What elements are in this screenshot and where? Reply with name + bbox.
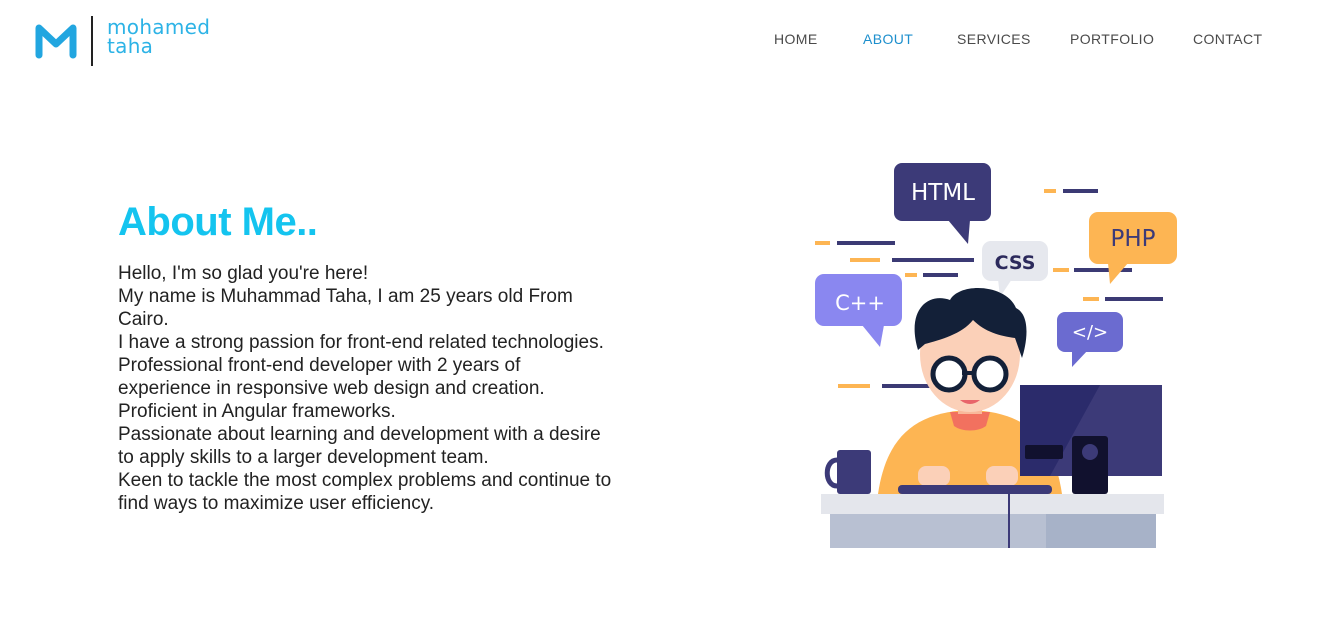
- mug: [824, 450, 871, 494]
- code-bubble: </>: [1057, 312, 1123, 367]
- logo-text: mohamed taha: [107, 17, 210, 58]
- bio-line: Hello, I'm so glad you're here!: [118, 263, 369, 284]
- logo[interactable]: mohamed taha: [34, 14, 224, 68]
- nav-about[interactable]: ABOUT: [863, 31, 913, 47]
- logo-name-line2: taha: [107, 34, 154, 58]
- cpp-bubble-text: C++: [835, 291, 885, 315]
- bio-line: Keen to tackle the most complex problems…: [118, 470, 612, 514]
- nav-home[interactable]: HOME: [774, 31, 818, 47]
- bio-line: My name is Muhammad Taha, I am 25 years …: [118, 286, 573, 330]
- css-bubble-text: CSS: [995, 252, 1036, 274]
- bio-line: I have a strong passion for front-end re…: [118, 332, 604, 353]
- about-heading: About Me..: [118, 200, 318, 244]
- logo-m-icon: [35, 24, 77, 59]
- php-bubble-text: PHP: [1110, 226, 1155, 252]
- code-bubble-text: </>: [1072, 322, 1108, 343]
- nav-services[interactable]: SERVICES: [957, 31, 1031, 47]
- developer-illustration: HTML CSS PHP C++ </>: [815, 163, 1177, 548]
- html-bubble-text: HTML: [911, 180, 975, 206]
- keyboard: [898, 485, 1052, 494]
- bio-line: Professional front-end developer with 2 …: [118, 355, 545, 399]
- bio-line: Passionate about learning and developmen…: [118, 424, 601, 468]
- site-header: mohamed taha HOME ABOUT SERVICES PORTFOL…: [0, 0, 1335, 80]
- cpp-bubble: C++: [815, 274, 902, 347]
- php-bubble: PHP: [1089, 212, 1177, 284]
- logo-divider: [91, 16, 93, 66]
- html-bubble: HTML: [894, 163, 991, 244]
- css-bubble: CSS: [982, 241, 1048, 297]
- nav-contact[interactable]: CONTACT: [1193, 31, 1262, 47]
- desk: [821, 494, 1164, 548]
- about-bio: Hello, I'm so glad you're here! My name …: [118, 262, 618, 515]
- nav-portfolio[interactable]: PORTFOLIO: [1070, 31, 1154, 47]
- bio-line: Proficient in Angular frameworks.: [118, 401, 396, 422]
